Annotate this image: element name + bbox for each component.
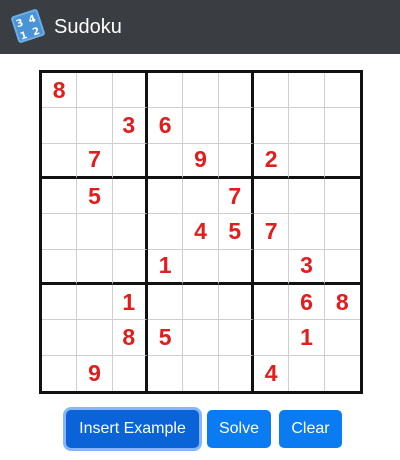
sudoku-cell[interactable]: 5 [77,178,113,215]
sudoku-cell[interactable] [219,355,254,391]
sudoku-cell[interactable] [218,73,254,109]
sudoku-cell[interactable] [324,214,360,250]
sudoku-cell[interactable] [183,249,219,285]
solve-button[interactable]: Solve [207,410,271,448]
sudoku-cell[interactable] [253,320,290,356]
sudoku-cell[interactable] [253,178,290,215]
sudoku-cell[interactable] [253,284,290,321]
sudoku-cell[interactable]: 2 [253,143,290,179]
clear-button[interactable]: Clear [279,410,342,448]
sudoku-cell[interactable]: 4 [254,355,290,391]
sudoku-cell[interactable]: 7 [253,214,290,250]
sudoku-cell[interactable] [147,73,184,109]
sudoku-cell[interactable] [325,356,360,391]
sudoku-cell[interactable] [147,214,184,250]
sudoku-cell[interactable] [289,214,325,250]
sudoku-cell[interactable] [42,249,78,285]
sudoku-cell[interactable] [42,143,78,179]
insert-example-button[interactable]: Insert Example [66,410,199,448]
sudoku-cell[interactable]: 5 [147,320,184,356]
sudoku-cell[interactable] [77,108,113,144]
sudoku-cell[interactable] [289,73,325,109]
sudoku-cell[interactable]: 1 [289,320,325,356]
sudoku-cell[interactable]: 7 [77,143,113,179]
sudoku-cell[interactable] [77,284,113,321]
sudoku-cell[interactable] [289,143,325,179]
sudoku-cell[interactable] [42,108,78,144]
sudoku-cell[interactable]: 8 [324,285,360,321]
title-bar: 3 4 1 2 Sudoku [0,0,400,54]
sudoku-cell[interactable] [183,73,219,109]
sudoku-cell[interactable] [77,249,113,285]
sudoku-cell[interactable] [289,108,325,144]
sudoku-cell[interactable]: 1 [147,249,184,285]
sudoku-cell[interactable] [42,214,78,250]
sudoku-cell[interactable] [112,143,148,179]
sudoku-cell[interactable] [218,320,254,356]
sudoku-cell[interactable] [112,73,148,109]
sudoku-cell[interactable] [147,178,184,215]
sudoku-cell[interactable] [324,108,360,144]
sudoku-cell[interactable] [42,320,78,356]
sudoku-cell[interactable] [324,250,360,285]
sudoku-cell[interactable] [183,108,219,144]
sudoku-cell[interactable]: 1 [112,284,148,321]
sudoku-cell[interactable] [148,355,184,391]
sudoku-grid: 836792574571316885194 [39,70,363,394]
sudoku-cell[interactable]: 3 [112,108,148,144]
sudoku-cell[interactable] [112,249,148,285]
sudoku-cell[interactable] [112,214,148,250]
sudoku-cell[interactable] [183,284,219,321]
sudoku-cell[interactable] [147,284,184,321]
sudoku-cell[interactable] [147,143,184,179]
sudoku-cell[interactable] [324,179,360,215]
sudoku-cell[interactable] [183,355,219,391]
sudoku-cell[interactable] [77,214,113,250]
sudoku-cell[interactable] [218,143,254,179]
sudoku-cell[interactable] [324,144,360,179]
sudoku-cell[interactable] [253,73,290,109]
sudoku-cell[interactable]: 6 [289,284,325,321]
sudoku-cell[interactable] [183,178,219,215]
sudoku-cell[interactable] [253,249,290,285]
sudoku-cell[interactable]: 8 [112,320,148,356]
sudoku-cell[interactable] [324,320,360,356]
sudoku-cell[interactable] [253,108,290,144]
sudoku-cell[interactable]: 9 [183,143,219,179]
sudoku-cell[interactable] [77,320,113,356]
button-bar: Insert Example Solve Clear [0,410,400,448]
sudoku-cell[interactable] [77,73,113,109]
sudoku-cell[interactable]: 9 [77,355,113,391]
sudoku-cell[interactable]: 8 [42,73,78,109]
sudoku-app-icon: 3 4 1 2 [11,9,45,43]
sudoku-cell[interactable] [42,284,78,321]
sudoku-cell[interactable] [42,178,78,215]
sudoku-cell[interactable] [218,108,254,144]
sudoku-cell[interactable] [113,355,148,391]
sudoku-cell[interactable] [218,284,254,321]
sudoku-cell[interactable] [112,178,148,215]
app-title: Sudoku [54,16,122,38]
sudoku-cell[interactable] [289,355,325,391]
sudoku-cell[interactable] [324,73,360,109]
sudoku-cell[interactable]: 6 [147,108,184,144]
sudoku-cell[interactable]: 7 [218,178,254,215]
sudoku-cell[interactable] [42,355,78,391]
sudoku-cell[interactable]: 5 [218,214,254,250]
sudoku-cell[interactable] [289,178,325,215]
sudoku-cell[interactable]: 3 [289,249,325,285]
sudoku-cell[interactable] [218,249,254,285]
sudoku-cell[interactable]: 4 [183,214,219,250]
sudoku-cell[interactable] [183,320,219,356]
